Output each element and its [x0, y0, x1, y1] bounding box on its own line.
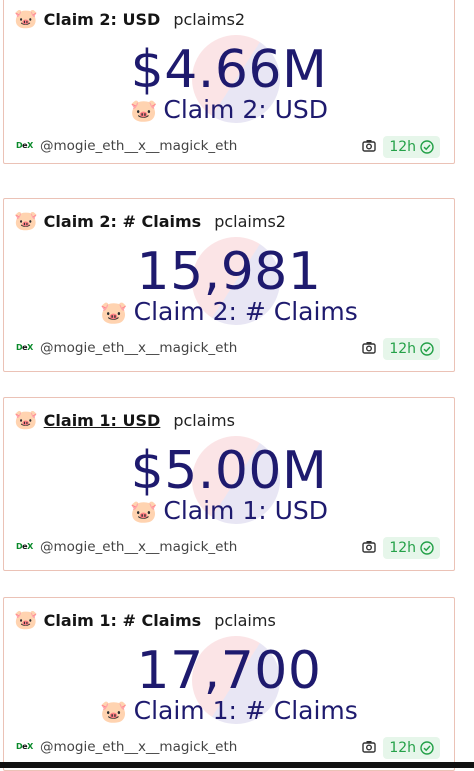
card-header: 🐷 Claim 1: # Claims pclaims — [14, 610, 276, 630]
pig-icon: 🐷 — [129, 500, 158, 525]
query-name: pclaims2 — [173, 9, 246, 29]
camera-icon[interactable] — [362, 139, 376, 152]
counter-value: 15,981 — [136, 242, 322, 302]
pig-icon: 🐷 — [14, 409, 38, 431]
freshness-text: 12h — [389, 740, 416, 756]
bottom-edge — [0, 762, 474, 768]
query-card[interactable]: 🐷 Claim 2: # Claims pclaims2 15,981 🐷 Cla… — [3, 198, 455, 372]
freshness-badge: 12h — [383, 136, 440, 158]
counter-label-text: Claim 2: USD — [163, 95, 329, 124]
pig-icon: 🐷 — [100, 301, 128, 326]
card-title[interactable]: Claim 2: # Claims — [44, 212, 202, 231]
camera-icon[interactable] — [362, 740, 376, 753]
card-footer: DeX @mogie_eth__x__magick_eth 12h — [16, 737, 442, 760]
pig-icon: 🐷 — [14, 609, 38, 631]
card-title[interactable]: Claim 1: USD — [44, 411, 161, 430]
card-title[interactable]: Claim 1: # Claims — [44, 611, 202, 630]
counter-label: 🐷 Claim 1: # Claims — [4, 696, 454, 726]
query-card[interactable]: 🐷 Claim 1: # Claims pclaims 17,700 🐷 Clai… — [3, 597, 455, 771]
dex-logo: DeX — [16, 542, 33, 551]
counter-label-text: Claim 1: # Claims — [133, 696, 358, 725]
dex-logo: DeX — [16, 343, 33, 352]
freshness-text: 12h — [389, 139, 416, 155]
pig-icon: 🐷 — [14, 8, 38, 30]
author-link[interactable]: @mogie_eth__x__magick_eth — [40, 539, 237, 555]
check-circle-icon — [420, 741, 434, 755]
counter-label: 🐷 Claim 2: # Claims — [4, 297, 454, 327]
freshness-text: 12h — [389, 341, 416, 357]
query-name: pclaims — [173, 410, 235, 430]
pig-icon: 🐷 — [14, 210, 38, 232]
query-card[interactable]: 🐷 Claim 2: USD pclaims2 $4.66M 🐷 Claim 2:… — [3, 0, 455, 164]
counter-label-text: Claim 1: USD — [163, 496, 329, 525]
card-footer: DeX @mogie_eth__x__magick_eth 12h — [16, 338, 442, 361]
freshness-badge: 12h — [383, 338, 440, 360]
card-header: 🐷 Claim 2: USD pclaims2 — [14, 9, 245, 29]
counter-value: $4.66M — [130, 40, 328, 100]
card-header: 🐷 Claim 1: USD pclaims — [14, 410, 235, 430]
check-circle-icon — [420, 342, 434, 356]
query-name: pclaims2 — [214, 211, 286, 231]
card-title[interactable]: Claim 2: USD — [44, 10, 161, 29]
freshness-text: 12h — [389, 540, 416, 556]
author-link[interactable]: @mogie_eth__x__magick_eth — [40, 739, 237, 755]
counter-label: 🐷 Claim 2: USD — [4, 95, 454, 125]
pig-icon: 🐷 — [129, 99, 158, 124]
dex-logo: DeX — [16, 742, 33, 751]
author-link[interactable]: @mogie_eth__x__magick_eth — [40, 340, 237, 356]
counter-label-text: Claim 2: # Claims — [133, 297, 358, 326]
query-name: pclaims — [214, 610, 276, 630]
camera-icon[interactable] — [362, 540, 376, 553]
counter-label: 🐷 Claim 1: USD — [4, 496, 454, 526]
check-circle-icon — [420, 140, 434, 154]
camera-icon[interactable] — [362, 341, 376, 354]
card-footer: DeX @mogie_eth__x__magick_eth 12h — [16, 537, 442, 560]
query-card[interactable]: 🐷 Claim 1: USD pclaims $5.00M 🐷 Claim 1: … — [3, 397, 455, 571]
counter-value: $5.00M — [130, 441, 328, 501]
author-link[interactable]: @mogie_eth__x__magick_eth — [40, 138, 237, 154]
pig-icon: 🐷 — [100, 700, 128, 725]
freshness-badge: 12h — [383, 537, 440, 559]
counter-value: 17,700 — [136, 641, 322, 701]
dex-logo: DeX — [16, 141, 33, 150]
check-circle-icon — [420, 541, 434, 555]
card-footer: DeX @mogie_eth__x__magick_eth 12h — [16, 136, 442, 159]
card-header: 🐷 Claim 2: # Claims pclaims2 — [14, 211, 286, 231]
freshness-badge: 12h — [383, 737, 440, 759]
